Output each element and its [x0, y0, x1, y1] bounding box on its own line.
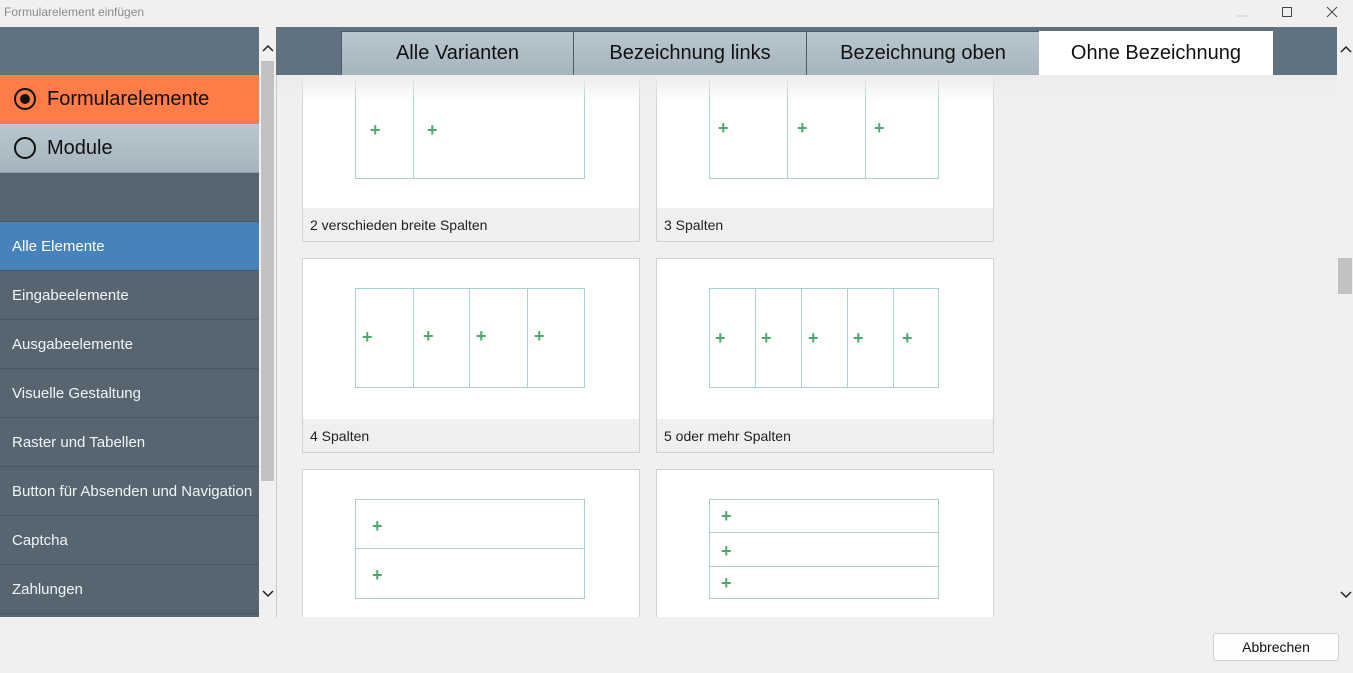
chevron-down-icon: [1339, 590, 1352, 598]
tab-bezeichnung-oben[interactable]: Bezeichnung oben: [806, 31, 1040, 75]
plus-icon: +: [718, 118, 729, 138]
sidebar-scrollbar[interactable]: [259, 27, 276, 617]
chevron-down-icon: [261, 589, 274, 597]
variant-card-5-columns[interactable]: + + + + + 5 oder mehr Spalten: [656, 258, 994, 453]
card-preview: + + + + +: [657, 259, 993, 419]
dialog-footer: Abbrechen: [0, 617, 1353, 673]
plus-icon: +: [370, 120, 381, 140]
card-label: 4 Spalten: [303, 419, 639, 452]
card-preview: + + +: [657, 470, 993, 617]
plus-icon: +: [902, 328, 913, 348]
card-label: 5 oder mehr Spalten: [657, 419, 993, 452]
mode-module[interactable]: Module: [0, 124, 259, 173]
tab-bezeichnung-links[interactable]: Bezeichnung links: [573, 31, 807, 75]
content-scrollbar[interactable]: [1337, 27, 1353, 617]
variant-card-3-columns[interactable]: + + + 3 Spalten: [656, 75, 994, 242]
sidebar: Formularelemente Module Alle Elemente Ei…: [0, 27, 259, 617]
close-button[interactable]: [1309, 0, 1353, 24]
minimize-icon: [1237, 15, 1247, 17]
card-label: 2 verschieden breite Spalten: [303, 208, 639, 241]
plus-icon: +: [372, 565, 383, 585]
scrollbar-thumb[interactable]: [261, 61, 274, 481]
radio-unselected-icon: [14, 137, 36, 159]
card-preview: + +: [303, 75, 639, 208]
tab-bar: Alle Varianten Bezeichnung links Bezeich…: [276, 27, 1337, 75]
row-layout-preview: + + +: [709, 499, 939, 599]
variant-card-4-columns[interactable]: + + + + 4 Spalten: [302, 258, 640, 453]
plus-icon: +: [427, 120, 438, 140]
minimize-button[interactable]: [1219, 0, 1265, 24]
chevron-up-icon: [261, 44, 274, 52]
plus-icon: +: [721, 541, 732, 561]
scrollbar-thumb[interactable]: [1338, 258, 1352, 294]
tab-ohne-bezeichnung[interactable]: Ohne Bezeichnung: [1039, 31, 1273, 75]
column-layout-preview: + +: [355, 75, 585, 179]
mode-label: Module: [47, 136, 113, 159]
variant-card-3-rows[interactable]: + + +: [656, 469, 994, 617]
sidebar-spacer: [0, 173, 259, 222]
plus-icon: +: [761, 328, 772, 348]
tab-alle-varianten[interactable]: Alle Varianten: [341, 31, 574, 75]
sidebar-item-eingabeelemente[interactable]: Eingabeelemente: [0, 271, 259, 320]
column-layout-preview: + + +: [709, 75, 939, 179]
plus-icon: +: [874, 118, 885, 138]
close-icon: [1326, 6, 1338, 18]
sidebar-item-raster-und-tabellen[interactable]: Raster und Tabellen: [0, 418, 259, 467]
chevron-up-icon: [1339, 45, 1352, 53]
sidebar-item-zahlungen[interactable]: Zahlungen: [0, 565, 259, 614]
column-layout-preview: + + + + +: [709, 288, 939, 388]
scroll-up-button[interactable]: [259, 39, 276, 56]
plus-icon: +: [808, 328, 819, 348]
plus-icon: +: [372, 516, 383, 536]
sidebar-item-captcha[interactable]: Captcha: [0, 516, 259, 565]
scroll-up-button[interactable]: [1337, 40, 1353, 57]
plus-icon: +: [476, 326, 487, 346]
sidebar-item-button-absenden[interactable]: Button für Absenden und Navigation: [0, 467, 259, 516]
maximize-icon: [1282, 7, 1292, 17]
plus-icon: +: [423, 326, 434, 346]
plus-icon: +: [534, 326, 545, 346]
card-preview: + + +: [657, 75, 993, 208]
plus-icon: +: [721, 506, 732, 526]
maximize-button[interactable]: [1264, 0, 1310, 24]
window-title: Formularelement einfügen: [4, 5, 145, 19]
plus-icon: +: [715, 328, 726, 348]
plus-icon: +: [721, 573, 732, 593]
dialog-window: Formularelement einfügen Formularelement…: [0, 0, 1353, 673]
plus-icon: +: [797, 118, 808, 138]
plus-icon: +: [853, 328, 864, 348]
sidebar-item-visuelle-gestaltung[interactable]: Visuelle Gestaltung: [0, 369, 259, 418]
title-bar: Formularelement einfügen: [0, 0, 1353, 26]
variant-gallery: + + 2 verschieden breite Spalten + + + 3…: [276, 75, 1337, 617]
mode-label: Formularelemente: [47, 87, 210, 110]
card-preview: + + + +: [303, 259, 639, 419]
column-layout-preview: + + + +: [355, 288, 585, 388]
card-label: 3 Spalten: [657, 208, 993, 241]
scroll-down-button[interactable]: [259, 585, 276, 602]
mode-formularelemente[interactable]: Formularelemente: [0, 75, 259, 124]
cancel-button[interactable]: Abbrechen: [1213, 633, 1339, 661]
sidebar-item-alle-elemente[interactable]: Alle Elemente: [0, 222, 259, 271]
card-preview: + +: [303, 470, 639, 617]
radio-selected-icon: [14, 88, 36, 110]
plus-icon: +: [362, 327, 373, 347]
variant-card-2-unequal-columns[interactable]: + + 2 verschieden breite Spalten: [302, 75, 640, 242]
sidebar-header: [0, 27, 259, 75]
sidebar-item-ausgabeelemente[interactable]: Ausgabeelemente: [0, 320, 259, 369]
row-layout-preview: + +: [355, 499, 585, 599]
scroll-down-button[interactable]: [1337, 586, 1353, 603]
variant-card-2-rows[interactable]: + +: [302, 469, 640, 617]
